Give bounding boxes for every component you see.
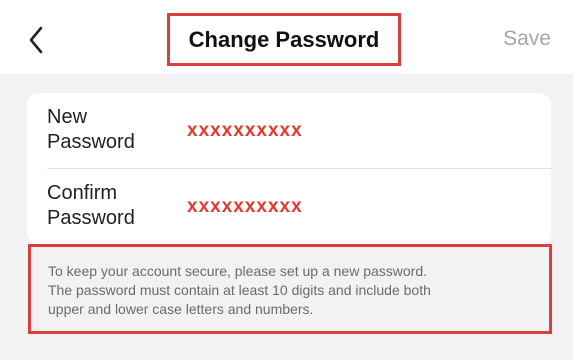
password-hint-text: To keep your account secure, please set … <box>48 262 528 319</box>
save-button[interactable]: Save <box>503 27 551 51</box>
back-button[interactable] <box>18 20 54 60</box>
navigation-bar: Change Password Save <box>0 0 573 74</box>
title-highlight-box: Change Password <box>167 13 401 66</box>
password-form-card: New Password xxxxxxxxxx Confirm Password… <box>27 93 551 245</box>
password-hint-line2: The password must contain at least 10 di… <box>48 282 431 298</box>
confirm-password-row: Confirm Password xxxxxxxxxx <box>27 169 551 245</box>
confirm-password-label-line1: Confirm <box>47 182 118 204</box>
password-hint-line3: upper and lower case letters and numbers… <box>48 301 314 317</box>
new-password-label-line1: New <box>47 106 88 128</box>
confirm-password-label-line2: Password <box>47 207 135 229</box>
confirm-password-label: Confirm Password <box>47 181 177 231</box>
new-password-row: New Password xxxxxxxxxx <box>27 93 551 169</box>
chevron-left-icon <box>29 26 43 54</box>
new-password-label: New Password <box>47 105 177 155</box>
password-hint-highlight-box: To keep your account secure, please set … <box>28 244 552 334</box>
password-hint-line1: To keep your account secure, please set … <box>48 263 427 279</box>
new-password-field[interactable]: xxxxxxxxxx <box>187 93 303 169</box>
new-password-label-line2: Password <box>47 131 135 153</box>
confirm-password-field[interactable]: xxxxxxxxxx <box>187 169 303 245</box>
page-title: Change Password <box>188 26 380 52</box>
